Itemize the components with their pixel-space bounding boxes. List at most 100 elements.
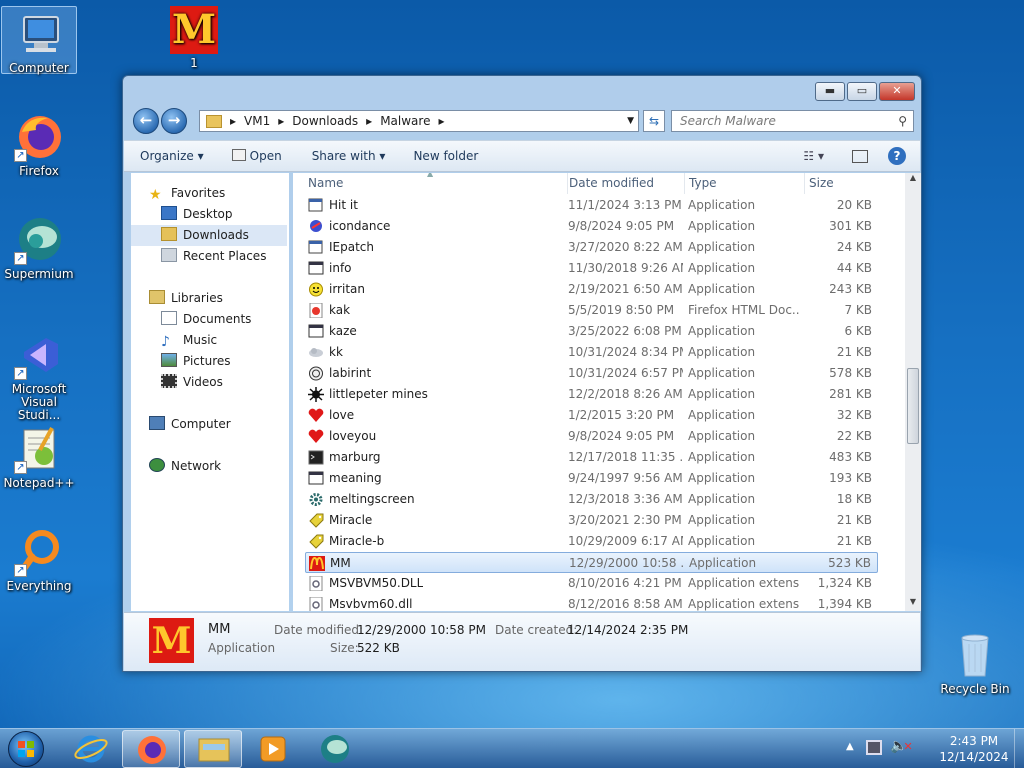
file-row[interactable]: icondance 9/8/2024 9:05 PM Application 301 … [305,216,878,237]
file-row[interactable]: marburg 12/17/2018 11:35 ... Application 48… [305,447,878,468]
organize-dropdown-icon: ▾ [197,149,204,163]
file-name: loveyou [329,429,377,443]
close-button[interactable]: ✕ [879,82,915,101]
new-folder-button[interactable]: New folder [413,149,478,163]
file-row[interactable]: Msvbvm60.dll 8/12/2016 8:58 AM Application… [305,594,878,611]
nav-libraries[interactable]: Libraries [149,288,305,309]
maximize-button[interactable]: ▭ [847,82,877,101]
details-date-created-label: Date created: [495,623,578,637]
preview-pane-icon[interactable] [852,149,868,163]
file-row[interactable]: kaze 3/25/2022 6:08 PM Application 6 KB [305,321,878,342]
file-row[interactable]: Miracle-b 10/29/2009 6:17 AM Application 21… [305,531,878,552]
taskbar-explorer[interactable] [184,730,242,768]
forward-button[interactable]: → [161,108,187,134]
computer-small-icon [149,416,165,430]
column-header-date[interactable]: Date modified [569,173,685,194]
scroll-down-icon[interactable]: ▼ [905,597,921,611]
details-pane: M MM Application Date modified: 12/29/20… [124,612,920,671]
file-row[interactable]: littlepeter mines 12/2/2018 8:26 AM Applic… [305,384,878,405]
nav-computer[interactable]: Computer [149,414,305,435]
file-date: 10/31/2024 6:57 PM [568,366,683,380]
file-row[interactable]: labirint 10/31/2024 6:57 PM Application 578… [305,363,878,384]
taskbar-supermium[interactable] [306,730,364,768]
start-button[interactable] [8,731,44,767]
breadcrumb-vm1[interactable]: VM1 [244,114,270,128]
desktop-supermium[interactable]: ↗ Supermium [1,215,77,281]
show-desktop-button[interactable] [1014,729,1024,768]
taskbar-internet-explorer[interactable] [62,730,120,768]
open-button[interactable]: Open [231,149,282,163]
explorer-window: ▬ ▭ ✕ ← → ▸ VM1 ▸ Downloads ▸ Malware ▸ … [122,75,922,672]
file-row[interactable]: meaning 9/24/1997 9:56 AM Application 193 K… [305,468,878,489]
breadcrumb-downloads[interactable]: Downloads [292,114,358,128]
back-button[interactable]: ← [133,108,159,134]
nav-libraries-label: Libraries [171,291,223,305]
column-header-type[interactable]: Type [689,173,805,194]
file-date: 12/2/2018 8:26 AM [568,387,683,401]
desktop-mm-label: 1 [190,56,198,70]
file-date: 1/2/2015 3:20 PM [568,408,675,422]
scroll-up-icon[interactable]: ▲ [905,173,921,187]
file-row[interactable]: Miracle 3/20/2021 2:30 PM Application 21 KB [305,510,878,531]
details-date-modified: 12/29/2000 10:58 PM [357,623,486,637]
file-row[interactable]: kak 5/5/2019 8:50 PM Firefox HTML Doc... 7 … [305,300,878,321]
nav-music-label: Music [183,333,218,347]
file-row[interactable]: meltingscreen 12/3/2018 3:36 AM Applicatio… [305,489,878,510]
desktop-recycle-label: Recycle Bin [940,682,1010,696]
nav-recent-label: Recent Places [183,249,267,263]
dll-icon [305,573,327,594]
tray-date[interactable]: 12/14/2024 [932,750,1016,764]
show-hidden-icons-icon[interactable]: ▲ [846,741,854,752]
taskbar-firefox[interactable] [122,730,180,768]
recycle-bin-icon [950,630,1000,680]
file-row[interactable]: MM 12/29/2000 10:58 ... Application 523 KB [305,552,878,573]
minimize-button[interactable]: ▬ [815,82,845,101]
file-type: Application [688,366,756,380]
file-row[interactable]: IEpatch 3/27/2020 8:22 AM Application 24 KB [305,237,878,258]
nav-downloads[interactable]: Downloads [131,225,287,246]
file-row[interactable]: irritan 2/19/2021 6:50 AM Application 243 K… [305,279,878,300]
file-size: 21 KB [836,513,872,527]
file-row[interactable]: Hit it 11/1/2024 3:13 PM Application 20 KB [305,195,878,216]
file-name: Miracle [329,513,373,527]
nav-network[interactable]: Network [149,456,305,477]
desktop-vs-label: Microsoft Visual Studi... [11,382,67,422]
file-date: 8/12/2016 8:58 AM [568,597,683,611]
windows-logo-icon [18,741,34,757]
taskbar-media-player[interactable] [244,730,302,768]
file-row[interactable]: love 1/2/2015 3:20 PM Application 32 KB [305,405,878,426]
desktop-mm-shortcut[interactable]: M 1 [156,6,232,70]
organize-button[interactable]: Organize ▾ [140,149,204,163]
view-options-icon[interactable]: ☷ ▾ [803,149,824,163]
column-header-name[interactable]: Name [308,173,568,194]
help-icon[interactable]: ? [888,147,906,165]
desktop-everything[interactable]: ↗ Everything [1,527,77,593]
network-tray-icon[interactable] [866,740,882,755]
volume-muted-icon[interactable]: 🔈✕ [890,738,913,754]
nav-network-label: Network [171,459,222,473]
address-dropdown-icon[interactable]: ▼ [627,116,634,126]
breadcrumb-malware[interactable]: Malware [380,114,430,128]
desktop-computer[interactable]: Computer [1,6,77,75]
desktop-firefox[interactable]: ↗ Firefox [1,112,77,178]
desktop-notepadpp[interactable]: ↗ Notepad++ [1,424,77,490]
file-size: 7 KB [844,303,872,317]
file-size: 22 KB [836,429,872,443]
share-with-button[interactable]: Share with ▾ [312,149,386,163]
file-row[interactable]: kk 10/31/2024 8:34 PM Application 21 KB [305,342,878,363]
open-icon [231,149,246,161]
desktop-visual-studio[interactable]: ↗ Microsoft Visual Studi... [1,330,77,422]
file-row[interactable]: info 11/30/2018 9:26 AM Application 44 KB [305,258,878,279]
desktop-recycle-bin[interactable]: Recycle Bin [937,630,1013,696]
file-row[interactable]: loveyou 9/8/2024 9:05 PM Application 22 KB [305,426,878,447]
breadcrumb[interactable]: ▸ VM1 ▸ Downloads ▸ Malware ▸ ▼ [199,110,639,132]
file-type: Application extens... [688,576,800,590]
scroll-thumb[interactable] [907,368,919,444]
tray-time[interactable]: 2:43 PM [932,734,1016,748]
refresh-button[interactable]: ⇆ [643,110,665,132]
column-header-size[interactable]: Size [809,173,885,194]
search-input[interactable]: Search Malware ⚲ [671,110,914,132]
nav-favorites[interactable]: ★ Favorites [149,183,305,204]
file-row[interactable]: MSVBVM50.DLL 8/10/2016 4:21 PM Application… [305,573,878,594]
vertical-scrollbar[interactable]: ▲ ▼ [905,173,921,611]
